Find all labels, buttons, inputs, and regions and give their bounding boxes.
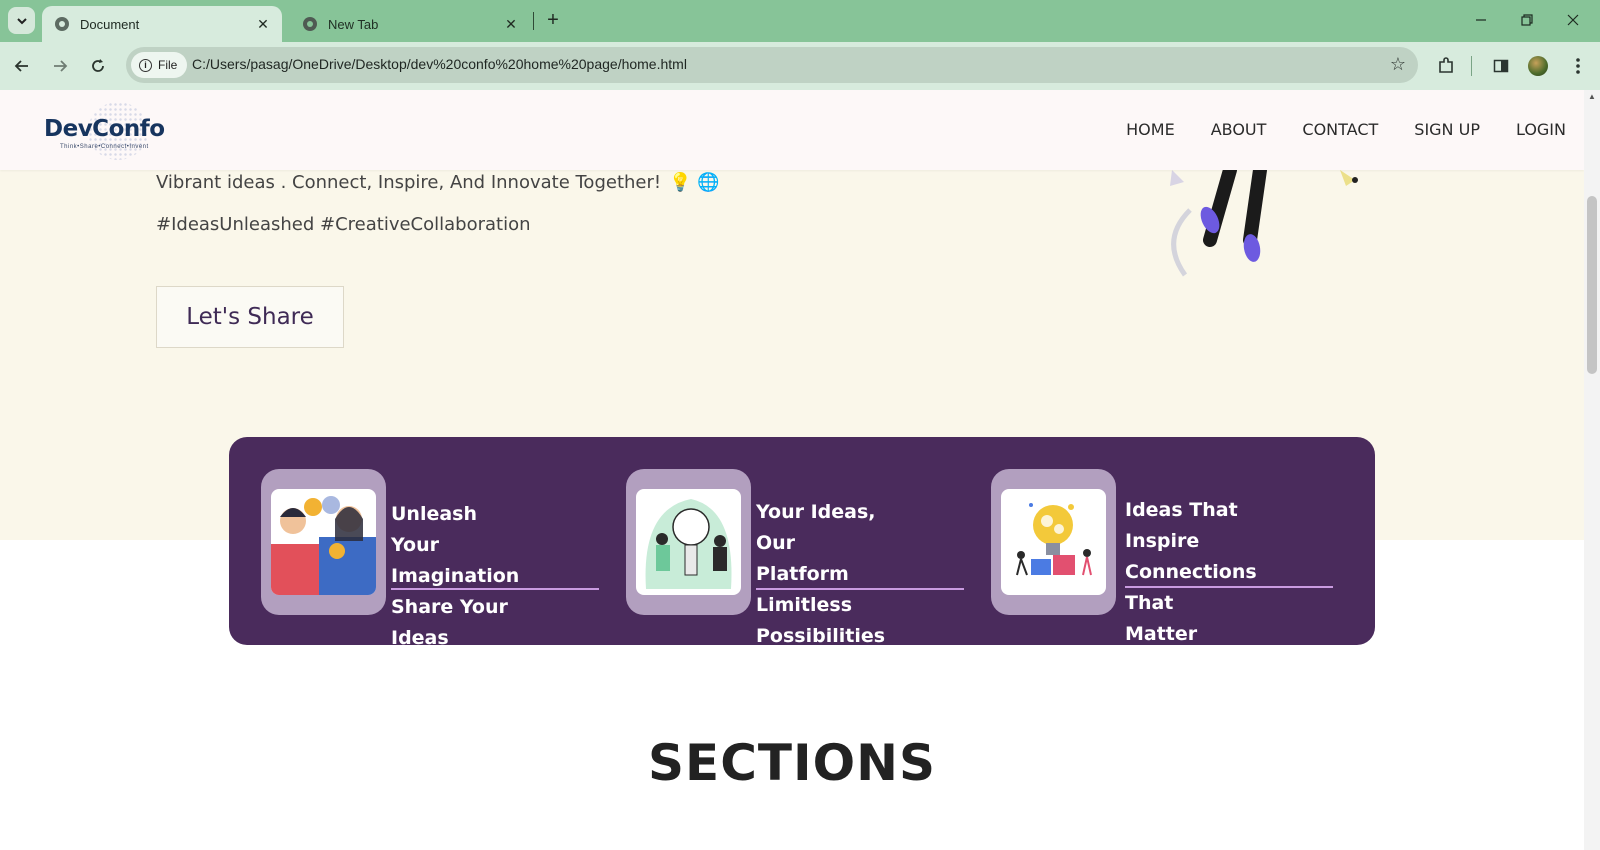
feature-line: Unleash Your <box>391 503 478 556</box>
side-panel-icon <box>1493 59 1509 73</box>
globe-icon <box>55 17 69 31</box>
features-band: Unleash Your Imagination Share Your Idea… <box>229 437 1375 649</box>
hero-emojis: 💡 🌐 <box>669 172 720 193</box>
toolbar-divider <box>1471 56 1472 76</box>
minimize-button[interactable] <box>1458 6 1504 34</box>
browser-toolbar: i File C:/Users/pasag/OneDrive/Desktop/d… <box>0 42 1600 90</box>
close-icon <box>1567 14 1579 26</box>
feature-line: Limitless Possibilities <box>756 594 886 647</box>
feature-line: Ideas That Inspire <box>1125 499 1238 552</box>
scrollbar-thumb[interactable] <box>1587 196 1597 374</box>
restore-icon <box>1521 14 1533 26</box>
sections-heading: SECTIONS <box>648 734 936 792</box>
logo-tagline: Think•Share•Connect•Invent <box>60 144 149 150</box>
tab-title: New Tab <box>328 16 379 32</box>
tab-document[interactable]: Document ✕ <box>42 6 282 42</box>
feature-line: Connections That <box>1125 561 1257 614</box>
forward-button[interactable] <box>46 52 74 80</box>
feature-line: Matter <box>1125 623 1198 645</box>
devconfo-logo[interactable]: DevConfo Think•Share•Connect•Invent <box>44 102 184 160</box>
address-bar[interactable]: i File C:/Users/pasag/OneDrive/Desktop/d… <box>126 47 1418 83</box>
site-navbar: DevConfo Think•Share•Connect•Invent HOME… <box>0 90 1584 170</box>
info-icon: i <box>139 58 152 72</box>
nav-contact-link[interactable]: CONTACT <box>1302 120 1378 139</box>
close-window-button[interactable] <box>1550 6 1596 34</box>
feature-thumbnail <box>626 469 751 615</box>
extensions-button[interactable] <box>1432 52 1460 80</box>
nav-about-link[interactable]: ABOUT <box>1211 120 1267 139</box>
restore-button[interactable] <box>1504 6 1550 34</box>
puzzle-icon <box>1439 57 1453 73</box>
url-text[interactable]: C:/Users/pasag/OneDrive/Desktop/dev%20co… <box>192 56 687 72</box>
idea-gears-illustration <box>1001 489 1106 595</box>
menu-button[interactable] <box>1564 52 1592 80</box>
logo-wordmark: DevConfo <box>44 116 165 142</box>
feature-text: Your Ideas, Our Platform Limitless Possi… <box>756 497 885 652</box>
hero-hashtags: #IdeasUnleashed #CreativeCollaboration <box>156 214 531 235</box>
profile-avatar[interactable] <box>1528 56 1548 76</box>
back-button[interactable] <box>8 52 36 80</box>
nav-signup-link[interactable]: SIGN UP <box>1414 120 1480 139</box>
tab-divider <box>533 12 534 30</box>
feature-line: Platform <box>756 563 849 585</box>
close-tab-icon[interactable]: ✕ <box>254 15 272 33</box>
bookmark-star-icon[interactable]: ☆ <box>1390 54 1406 75</box>
chevron-down-icon <box>16 17 27 24</box>
feature-underline <box>756 588 964 590</box>
scheme-label: File <box>158 58 178 72</box>
tab-strip: Document ✕ New Tab ✕ + <box>0 0 1600 42</box>
nav-home-link[interactable]: HOME <box>1126 120 1175 139</box>
scroll-up-icon[interactable]: ▲ <box>1587 92 1597 102</box>
minimize-icon <box>1476 19 1486 21</box>
side-panel-button[interactable] <box>1487 52 1515 80</box>
more-vertical-icon <box>1576 58 1580 74</box>
feature-text: Unleash Your Imagination Share Your Idea… <box>391 499 519 654</box>
feature-thumbnail <box>261 469 386 615</box>
chrome-icon <box>303 17 317 31</box>
feature-thumbnail <box>991 469 1116 615</box>
tab-search-button[interactable] <box>8 7 35 34</box>
page-scrollbar[interactable]: ▲ <box>1584 90 1600 850</box>
lightbulb-team-illustration <box>636 489 741 595</box>
feature-text: Ideas That Inspire Connections That Matt… <box>1125 495 1257 650</box>
lets-share-button[interactable]: Let's Share <box>156 286 344 348</box>
hero-tagline: Vibrant ideas . Connect, Inspire, And In… <box>156 172 720 193</box>
arrow-left-icon <box>14 60 28 72</box>
feature-line: Your Ideas, Our <box>756 501 876 554</box>
page-viewport: Vibrant ideas . Connect, Inspire, And In… <box>0 90 1584 850</box>
collaboration-illustration <box>271 489 376 595</box>
new-tab-button[interactable]: + <box>541 8 565 32</box>
tab-title: Document <box>80 16 140 32</box>
nav-links: HOME ABOUT CONTACT SIGN UP LOGIN <box>1126 120 1566 139</box>
nav-login-link[interactable]: LOGIN <box>1516 120 1566 139</box>
reload-icon <box>92 59 104 72</box>
hero-tagline-text: Vibrant ideas . Connect, Inspire, And In… <box>156 172 662 193</box>
feature-underline <box>1125 586 1333 588</box>
feature-line: Share Your Ideas <box>391 596 508 649</box>
arrow-right-icon <box>54 60 68 72</box>
tab-new-tab[interactable]: New Tab ✕ <box>290 6 530 42</box>
reload-button[interactable] <box>84 52 112 80</box>
close-tab-icon[interactable]: ✕ <box>502 15 520 33</box>
feature-underline <box>391 588 599 590</box>
site-info-chip[interactable]: i File <box>131 52 188 78</box>
